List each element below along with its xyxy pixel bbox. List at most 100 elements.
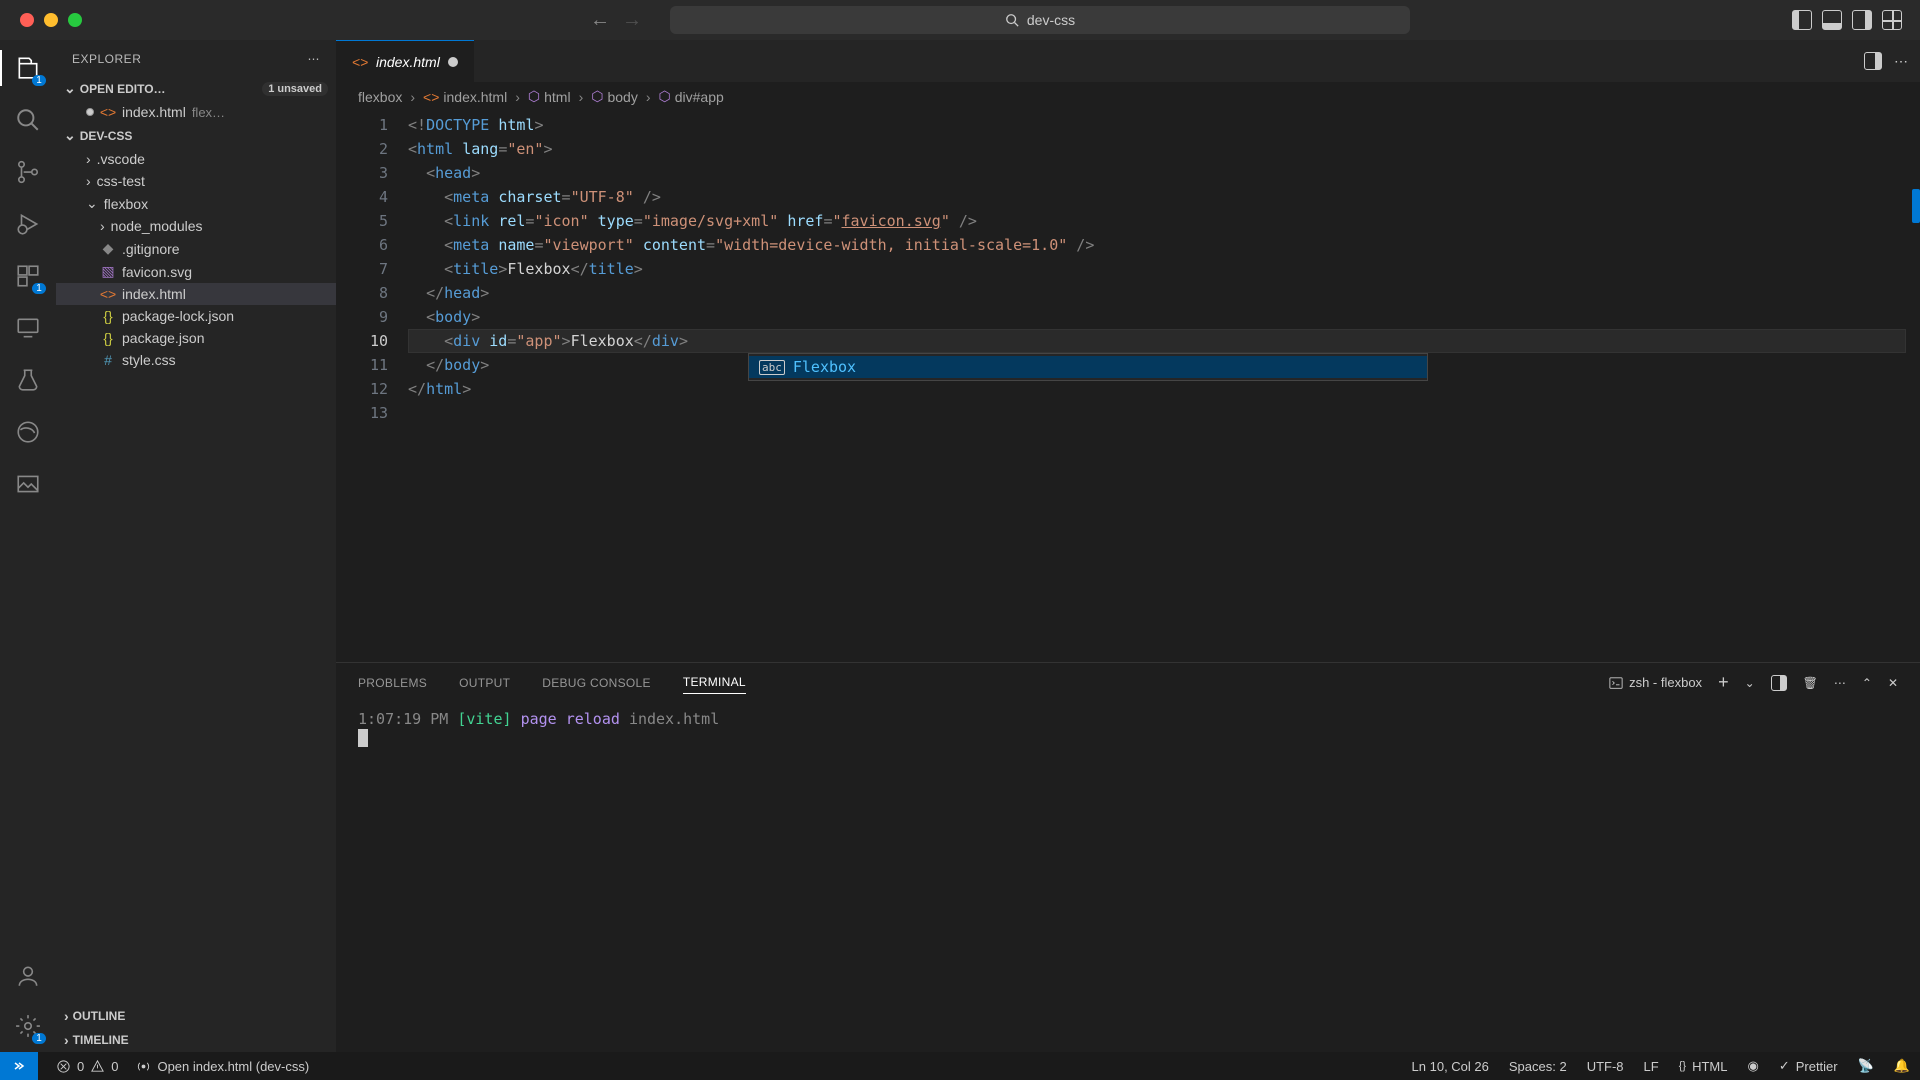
warning-icon [90, 1059, 105, 1074]
cursor-position[interactable]: Ln 10, Col 26 [1412, 1059, 1489, 1074]
split-editor-icon[interactable] [1864, 52, 1882, 70]
autocomplete-item[interactable]: abc Flexbox [749, 356, 1427, 378]
tree-folder[interactable]: ›node_modules [56, 215, 336, 237]
tree-file[interactable]: ▧favicon.svg [56, 260, 336, 283]
problems-status[interactable]: 0 0 [56, 1059, 118, 1074]
close-panel-icon[interactable]: ✕ [1888, 676, 1898, 690]
trash-icon[interactable]: 🗑 [1803, 676, 1818, 690]
tab-more-icon[interactable]: ⋯ [1894, 53, 1908, 70]
crumb[interactable]: flexbox [358, 89, 402, 105]
terminal-icon [1609, 676, 1623, 690]
toggle-sidebar-icon[interactable] [1792, 10, 1812, 30]
svg-file-icon: ▧ [100, 263, 116, 280]
crumb[interactable]: ⬡body [591, 88, 638, 105]
autocomplete-popup[interactable]: abc Flexbox [748, 353, 1428, 381]
terminal-selector[interactable]: zsh - flexbox [1609, 675, 1702, 690]
titlebar: ← → dev-css [0, 0, 1920, 40]
tree-file[interactable]: {}package-lock.json [56, 305, 336, 327]
remote-icon[interactable] [14, 314, 42, 342]
outline-header[interactable]: ›OUTLINE [56, 1004, 336, 1028]
open-editors-header[interactable]: ⌄ OPEN EDITO… 1 unsaved [56, 76, 336, 101]
source-control-icon[interactable] [14, 158, 42, 186]
panel-tab-problems[interactable]: PROBLEMS [358, 672, 427, 694]
customize-layout-icon[interactable] [1882, 10, 1902, 30]
add-terminal-icon[interactable]: + [1718, 672, 1729, 693]
terminal-msg: page [521, 710, 557, 728]
timeline-header[interactable]: ›TIMELINE [56, 1028, 336, 1052]
minimize-window[interactable] [44, 13, 58, 27]
gear-badge: 1 [32, 1033, 46, 1044]
toggle-secondary-icon[interactable] [1852, 10, 1872, 30]
tree-folder[interactable]: ›css-test [56, 170, 336, 192]
terminal-vite: [vite] [457, 710, 511, 728]
maximize-window[interactable] [68, 13, 82, 27]
port-status[interactable]: Open index.html (dev-css) [136, 1059, 309, 1074]
image-icon[interactable] [14, 470, 42, 498]
autocomplete-text: Flexbox [793, 358, 856, 376]
tree-file[interactable]: {}package.json [56, 327, 336, 349]
breadcrumb[interactable]: flexbox› <>index.html› ⬡html› ⬡body› ⬡di… [336, 82, 1920, 111]
terminal-cursor [358, 729, 368, 747]
prettier-status[interactable]: ✓Prettier [1779, 1058, 1838, 1074]
remote-indicator[interactable] [0, 1052, 38, 1080]
tree-file[interactable]: <>index.html [56, 283, 336, 305]
sidebar: EXPLORER ⋯ ⌄ OPEN EDITO… 1 unsaved <> in… [56, 40, 336, 1052]
html-file-icon: <> [100, 104, 116, 120]
toggle-panel-icon[interactable] [1822, 10, 1842, 30]
crumb[interactable]: ⬡html [528, 88, 571, 105]
panel-tab-debug[interactable]: DEBUG CONSOLE [542, 672, 651, 694]
editor-tab[interactable]: <> index.html [336, 40, 474, 82]
explorer-badge: 1 [32, 75, 46, 86]
sidebar-more-icon[interactable]: ⋯ [308, 52, 321, 66]
debug-icon[interactable] [14, 210, 42, 238]
panel-tab-terminal[interactable]: TERMINAL [683, 671, 746, 694]
tree-file[interactable]: #style.css [56, 349, 336, 371]
close-window[interactable] [20, 13, 34, 27]
css-file-icon: # [100, 352, 116, 368]
command-center[interactable]: dev-css [670, 6, 1410, 34]
editor: <> index.html ⋯ flexbox› <>index.html› ⬡… [336, 40, 1920, 1052]
terminal-output[interactable]: 1:07:19 PM [vite] page reload index.html [336, 702, 1920, 1052]
crumb[interactable]: <>index.html [423, 89, 507, 105]
panel-more-icon[interactable]: ⋯ [1834, 676, 1846, 690]
feedback-icon[interactable]: 📡 [1858, 1058, 1874, 1074]
open-editor-item[interactable]: <> index.html flex… [56, 101, 336, 123]
project-header[interactable]: ⌄ DEV-CSS [56, 123, 336, 148]
window-controls [10, 13, 82, 27]
bell-icon[interactable]: 🔔 [1894, 1058, 1910, 1074]
crumb[interactable]: ⬡div#app [659, 88, 724, 105]
encoding-status[interactable]: UTF-8 [1587, 1059, 1624, 1074]
unsaved-badge: 1 unsaved [262, 82, 328, 96]
edge-icon[interactable] [14, 418, 42, 446]
tab-filename: index.html [376, 54, 440, 70]
tree-file[interactable]: ◆.gitignore [56, 237, 336, 260]
activity-bar: 1 1 [0, 40, 56, 1052]
maximize-panel-icon[interactable]: ⌃ [1862, 676, 1872, 690]
settings-gear-icon[interactable]: 1 [14, 1012, 42, 1040]
element-icon: ⬡ [591, 88, 603, 105]
terminal-dropdown-icon[interactable]: ⌄ [1745, 676, 1755, 690]
open-editor-filename: index.html [122, 104, 186, 120]
terminal-msg: reload [566, 710, 620, 728]
eol-status[interactable]: LF [1644, 1059, 1659, 1074]
open-editors-label: OPEN EDITO… [80, 82, 166, 96]
account-icon[interactable] [14, 962, 42, 990]
extensions-icon[interactable]: 1 [14, 262, 42, 290]
explorer-icon[interactable]: 1 [14, 54, 42, 82]
tree-folder[interactable]: ⌄flexbox [56, 192, 336, 215]
nav-forward[interactable]: → [622, 9, 642, 32]
nav-back[interactable]: ← [590, 9, 610, 32]
code-editor[interactable]: 12345678910111213 <!DOCTYPE html> <html … [336, 111, 1920, 662]
tree-folder[interactable]: ›.vscode [56, 148, 336, 170]
live-preview-icon[interactable]: ◉ [1747, 1058, 1758, 1074]
testing-icon[interactable] [14, 366, 42, 394]
search-tab-icon[interactable] [14, 106, 42, 134]
split-terminal-icon[interactable] [1771, 675, 1787, 691]
indent-status[interactable]: Spaces: 2 [1509, 1059, 1567, 1074]
html-file-icon: <> [423, 89, 439, 105]
search-text: dev-css [1027, 12, 1075, 28]
panel-tab-output[interactable]: OUTPUT [459, 672, 510, 694]
open-editor-folder: flex… [192, 105, 225, 120]
json-file-icon: {} [100, 308, 116, 324]
language-status[interactable]: {}HTML [1679, 1059, 1728, 1074]
